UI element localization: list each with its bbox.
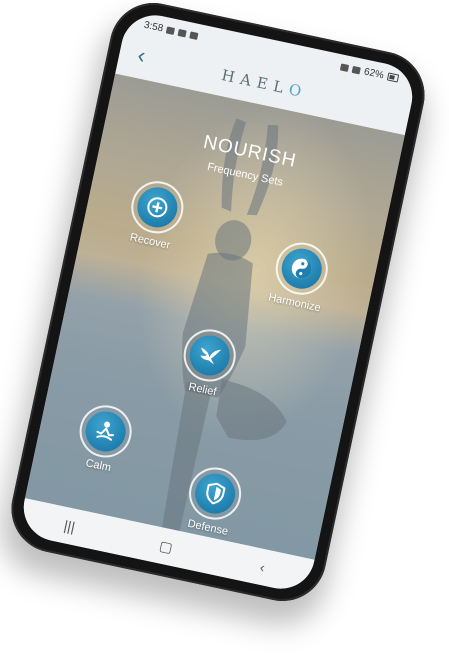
battery-icon [386,72,400,83]
recent-apps-icon: ||| [62,517,77,535]
recover-button[interactable]: Recover [115,175,197,255]
signal-icon [351,65,361,74]
home-button[interactable]: ▢ [145,534,188,559]
recent-apps-button[interactable]: ||| [48,514,90,538]
plus-circle-icon [133,183,182,232]
calm-button[interactable]: Calm [63,399,145,479]
notification-icon [166,26,176,35]
shield-icon [191,469,239,518]
defense-button[interactable]: Defense [172,461,254,541]
home-icon: ▢ [157,536,175,556]
brand-logo: HAELO [220,66,309,102]
defense-ring [184,462,246,525]
brand-accent: O [287,80,309,102]
relief-ring [178,324,241,387]
brand-main: HAEL [219,66,291,98]
battery-percent: 62% [362,65,385,81]
gear-icon [178,28,188,38]
message-icon [189,31,200,40]
calm-ring [74,400,137,463]
recover-ring [126,176,189,239]
wifi-icon [339,62,350,72]
dove-icon [185,331,234,380]
back-button[interactable]: ‹ [127,42,155,70]
harmonize-button[interactable]: Harmonize [259,236,341,316]
system-back-button[interactable]: ‹ [241,555,283,579]
phone-frame: 3:58 62% ‹ HAELO NOURISH Frequency Sets … [3,0,433,610]
harmonize-ring [270,237,333,300]
status-time: 3:58 [142,19,165,34]
relief-button[interactable]: Relief [167,323,249,403]
meditation-icon [81,407,130,456]
yin-yang-icon [278,244,326,293]
back-arrow-icon: ‹ [258,558,267,576]
chevron-left-icon: ‹ [135,42,148,69]
phone-screen: 3:58 62% ‹ HAELO NOURISH Frequency Sets … [17,9,419,595]
